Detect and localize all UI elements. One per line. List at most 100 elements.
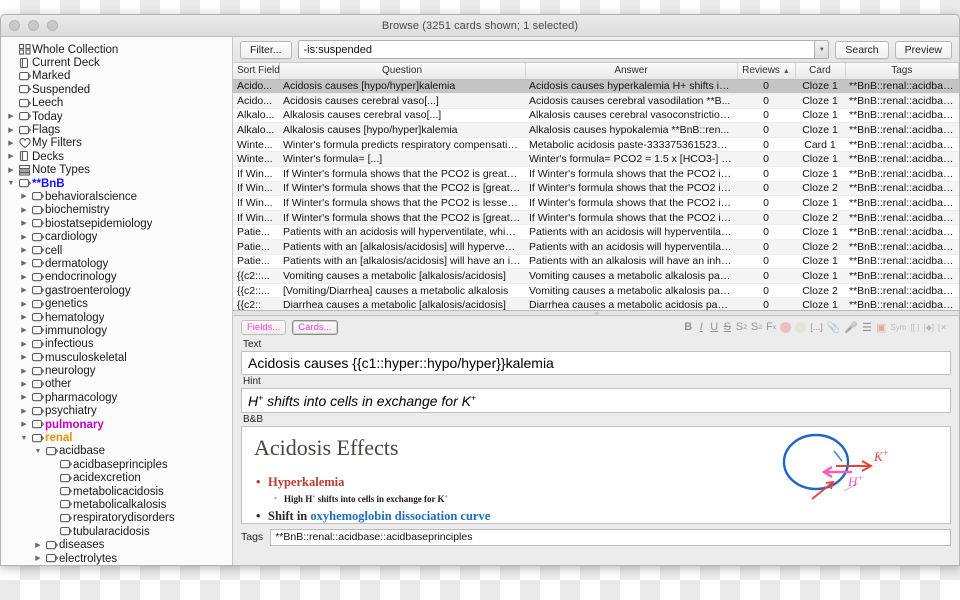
pane-splitter[interactable] [233,311,959,316]
field-input-bb[interactable]: Acidosis Effects Hyperkalemia High H+ sh… [241,425,951,524]
field-input-text[interactable]: Acidosis causes {{c1::hyper::hypo/hyper}… [241,351,951,375]
twisty-closed-icon[interactable] [18,314,30,321]
sidebar-item-marked[interactable]: Marked [1,70,232,83]
twisty-closed-icon[interactable] [5,153,17,160]
cloze-brackets-icon[interactable]: [[.] [910,320,919,334]
column-header-tags[interactable]: Tags [845,63,959,80]
sidebar-item-bnb[interactable]: **BnB [1,177,232,190]
table-row[interactable]: Acido... Acidosis causes [hypo/hyper]kale… [233,79,959,95]
twisty-closed-icon[interactable] [32,542,44,549]
table-row[interactable]: Winte... Winter's formula= [...] Winter's … [233,151,959,168]
sidebar-item-genetics[interactable]: genetics [1,297,232,310]
equations-icon[interactable]: ☰ [862,320,872,334]
twisty-closed-icon[interactable] [18,274,30,281]
table-row[interactable]: {{c2::... Vomiting causes a metabolic [al… [233,268,959,284]
sidebar-item-renal[interactable]: renal [1,431,232,444]
text-color-swatch[interactable] [780,321,792,333]
twisty-closed-icon[interactable] [5,167,17,174]
table-row[interactable]: If Win... If Winter's formula shows that … [233,181,959,197]
twisty-closed-icon[interactable] [18,368,30,375]
sidebar-item-metabolicacidosis[interactable]: metabolicacidosis [1,485,232,498]
sidebar-item-diseases[interactable]: diseases [1,538,232,551]
sidebar-item-decks[interactable]: Decks [1,150,232,163]
sidebar-item-pulmonary[interactable]: pulmonary [1,418,232,431]
sidebar-item-current-deck[interactable]: Current Deck [1,56,232,69]
table-row[interactable]: If Win... If Winter's formula shows that … [233,195,959,211]
sidebar-item-musculoskeletal[interactable]: musculoskeletal [1,351,232,364]
table-row[interactable]: If Win... If Winter's formula shows that … [233,166,959,182]
cards-table-container[interactable]: Sort Field Question Answer Reviews ▲ Card… [233,63,959,311]
twisty-closed-icon[interactable] [5,140,17,147]
sidebar-item-cell[interactable]: cell [1,244,232,257]
twisty-closed-icon[interactable] [18,247,30,254]
sidebar-item-endocrinology[interactable]: endocrinology [1,271,232,284]
table-row[interactable]: If Win... If Winter's formula shows that … [233,210,959,226]
preview-button[interactable]: Preview [894,40,952,59]
twisty-closed-icon[interactable] [5,127,17,134]
twisty-closed-icon[interactable] [18,327,30,334]
twisty-open-icon[interactable] [5,180,17,187]
table-row[interactable]: {{c2::... [Vomiting/Diarrhea] causes a me… [233,283,959,299]
column-header-answer[interactable]: Answer [525,63,738,80]
superscript-icon[interactable]: S2 [736,320,747,334]
column-header-sort-field[interactable]: Sort Field [233,63,280,80]
table-row[interactable]: Acido... Acidosis causes cerebral vaso[..… [233,93,959,109]
table-row[interactable]: Winte... Winter's formula predicts respir… [233,137,959,153]
clear-format-icon[interactable]: Fx [766,320,776,334]
cards-button[interactable]: Cards... [292,319,338,335]
twisty-closed-icon[interactable] [18,408,30,415]
search-button[interactable]: Search [835,40,889,59]
sidebar-item-whole-collection[interactable]: Whole Collection [1,43,232,56]
table-row[interactable]: Patie... Patients with an [alkalosis/acid… [233,239,959,255]
sidebar-item-acidexcretion[interactable]: acidexcretion [1,472,232,485]
twisty-closed-icon[interactable] [18,421,30,428]
sidebar-item-today[interactable]: Today [1,110,232,123]
sidebar-item-flags[interactable]: Flags [1,123,232,136]
sidebar-item-tubularacidosis[interactable]: tubularacidosis [1,525,232,538]
search-input[interactable] [297,40,815,59]
sidebar-item-psychiatry[interactable]: psychiatry [1,405,232,418]
sidebar-item-my-filters[interactable]: My Filters [1,137,232,150]
sidebar-tree[interactable]: Whole Collection Current Deck Marked Suspen… [1,37,233,565]
sidebar-item-electrolytes[interactable]: electrolytes [1,552,232,565]
table-row[interactable]: Alkalo... Alkalosis causes cerebral vaso[… [233,108,959,124]
twisty-open-icon[interactable] [18,435,30,442]
table-row[interactable]: Patie... Patients with an acidosis will h… [233,224,959,241]
sidebar-item-acidbaseprinciples[interactable]: acidbaseprinciples [1,458,232,471]
sidebar-item-infectious[interactable]: infectious [1,338,232,351]
table-row[interactable]: {{c2:: Diarrhea causes a metabolic [alkal… [233,297,959,310]
sidebar-item-biochemistry[interactable]: biochemistry [1,204,232,217]
column-header-card[interactable]: Card [795,63,846,80]
attach-icon[interactable]: 📎 [827,320,841,334]
sidebar-item-acidbase[interactable]: acidbase [1,445,232,458]
search-history-dropdown-icon[interactable]: ▼ [814,40,830,59]
cards-table-body[interactable]: Acido... Acidosis causes [hypo/hyper]kale… [233,79,959,310]
fields-button[interactable]: Fields... [241,319,287,335]
sidebar-item-cardiology[interactable]: cardiology [1,230,232,243]
twisty-closed-icon[interactable] [18,394,30,401]
twisty-closed-icon[interactable] [18,301,30,308]
sidebar-item-pharmacology[interactable]: pharmacology [1,391,232,404]
twisty-closed-icon[interactable] [18,381,30,388]
twisty-closed-icon[interactable] [18,354,30,361]
column-header-reviews[interactable]: Reviews ▲ [737,63,796,80]
sidebar-item-other[interactable]: other [1,378,232,391]
record-audio-icon[interactable]: 🎤 [844,320,858,334]
twisty-closed-icon[interactable] [18,207,30,214]
bold-icon[interactable]: B [684,320,693,334]
twisty-closed-icon[interactable] [32,555,44,562]
twisty-closed-icon[interactable] [5,113,17,120]
sidebar-item-biostatsepidemiology[interactable]: biostatsepidemiology [1,217,232,230]
tags-input[interactable]: **BnB::renal::acidbase::acidbaseprincipl… [270,528,951,546]
italic-icon[interactable]: I [697,320,706,334]
cloze-star-icon[interactable]: [◆] [923,320,934,334]
highlight-color-swatch[interactable] [795,321,807,333]
sidebar-item-gastroenterology[interactable]: gastroenterology [1,284,232,297]
table-row[interactable]: Patie... Patients with an [alkalosis/acid… [233,254,959,270]
sidebar-item-suspended[interactable]: Suspended [1,83,232,96]
field-input-hint[interactable]: H+ shifts into cells in exchange for K+ [241,388,951,413]
strikethrough-icon[interactable]: S [723,320,732,334]
sidebar-item-neurology[interactable]: neurology [1,364,232,377]
sidebar-item-note-types[interactable]: Note Types [1,164,232,177]
filter-button[interactable]: Filter... [240,40,292,59]
